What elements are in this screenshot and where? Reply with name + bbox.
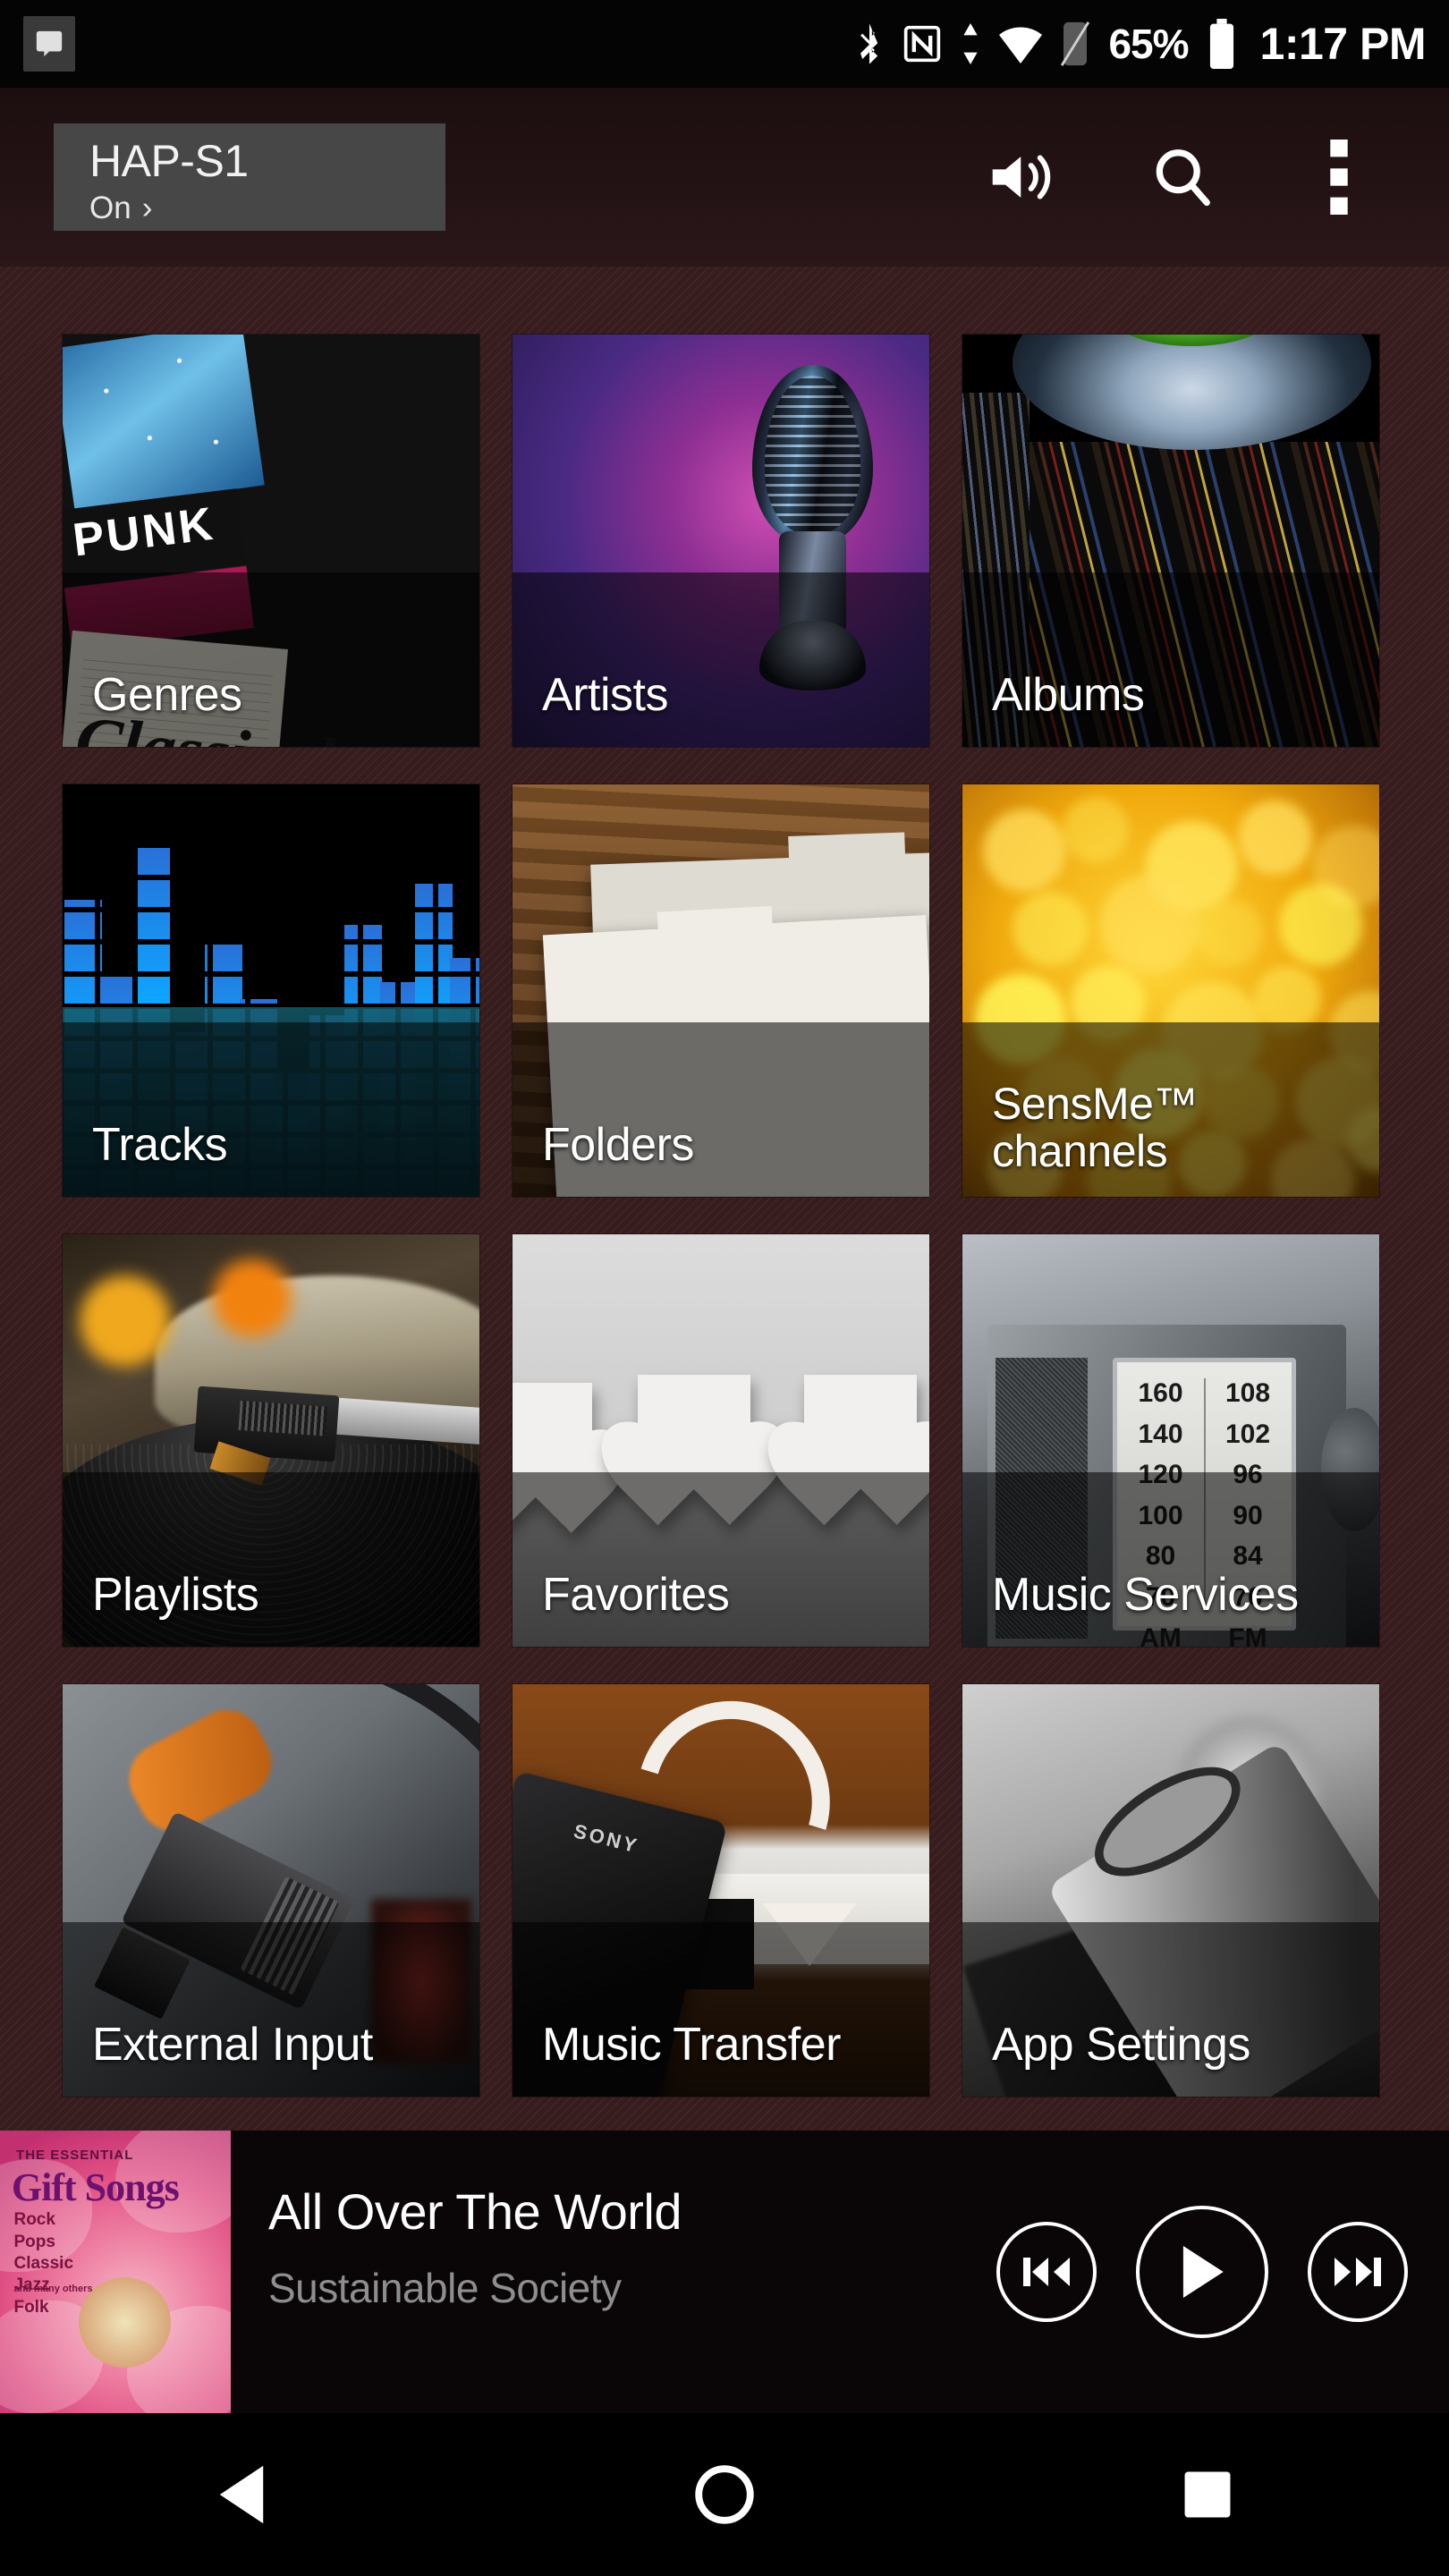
track-title: All Over The World [268, 2182, 769, 2241]
album-art[interactable]: THE ESSENTIAL Gift Songs Rock Pops Class… [0, 2131, 231, 2413]
now-playing-meta: All Over The World Sustainable Society [268, 2182, 769, 2312]
device-selector[interactable]: HAP-S1 On › [54, 123, 445, 231]
previous-track-button[interactable] [996, 2222, 1097, 2322]
tile-tracks[interactable]: Tracks [63, 784, 479, 1197]
silent-mode-icon [1060, 21, 1090, 67]
play-button[interactable] [1136, 2206, 1268, 2338]
battery-icon [1207, 19, 1237, 69]
tile-genres[interactable]: PUNK Classical JAZZ Easy NEW AGE ROCK Ge… [63, 335, 479, 747]
battery-percent: 65% [1108, 20, 1188, 68]
album-art-more: and many others [13, 2284, 92, 2294]
playback-controls [996, 2131, 1408, 2413]
phone-brand-label: SONY [572, 1819, 641, 1858]
app-bar-actions [947, 123, 1417, 231]
tile-label: App Settings [992, 2021, 1367, 2070]
tile-folders[interactable]: Folders [513, 784, 929, 1197]
nfc-icon [902, 24, 942, 64]
overflow-menu-icon[interactable] [1260, 123, 1417, 231]
device-state: On › [89, 191, 445, 226]
library-grid-scroll[interactable]: PUNK Classical JAZZ Easy NEW AGE ROCK Ge… [0, 267, 1449, 2136]
tile-label: Genres [92, 671, 467, 720]
tile-label: Artists [542, 671, 917, 720]
recents-button[interactable] [1127, 2413, 1288, 2576]
status-bar: 65% 1:17 PM [0, 0, 1449, 88]
tile-label: External Input [92, 2021, 467, 2070]
tile-label: Playlists [92, 1571, 467, 1620]
album-art-essential: THE ESSENTIAL [16, 2148, 133, 2163]
tile-artists[interactable]: Artists [513, 335, 929, 747]
tile-albums[interactable]: Albums [962, 335, 1379, 747]
app-screen: 65% 1:17 PM HAP-S1 On › PUNK Genres Arti… [0, 0, 1449, 2576]
next-track-button[interactable] [1308, 2222, 1408, 2322]
tile-label: Tracks [92, 1121, 467, 1170]
now-playing-bar[interactable]: THE ESSENTIAL Gift Songs Rock Pops Class… [0, 2131, 1449, 2413]
back-button[interactable] [161, 2413, 322, 2576]
genre-label-punk: PUNK [70, 497, 217, 568]
android-nav-bar [0, 2413, 1449, 2576]
library-grid: PUNK Classical JAZZ Easy NEW AGE ROCK Ge… [0, 335, 1449, 2136]
tile-music-services[interactable]: 160 140 120 100 80 70 AM 108 102 96 90 8… [962, 1234, 1379, 1647]
tile-music-transfer[interactable]: SONY Music Transfer [513, 1684, 929, 2097]
tile-playlists[interactable]: Playlists [63, 1234, 479, 1647]
tile-label-line2: channels [992, 1126, 1167, 1176]
clock: 1:17 PM [1260, 18, 1426, 70]
tile-app-settings[interactable]: App Settings [962, 1684, 1379, 2097]
status-icons: 65% 1:17 PM [854, 18, 1426, 70]
tile-label: Albums [992, 671, 1367, 720]
tile-label: Music Transfer [542, 2021, 917, 2070]
tile-favorites[interactable]: Favorites [513, 1234, 929, 1647]
data-transfer-icon [960, 23, 981, 64]
tile-label: Folders [542, 1121, 917, 1170]
device-state-label: On [89, 191, 131, 226]
album-art-genres: Rock Pops Classic Jazz Folk [13, 2209, 73, 2318]
bluetooth-icon [854, 21, 885, 67]
volume-icon[interactable] [947, 123, 1104, 231]
home-button[interactable] [644, 2413, 805, 2576]
app-bar: HAP-S1 On › [0, 88, 1449, 267]
message-icon [23, 16, 75, 72]
device-name: HAP-S1 [89, 138, 445, 185]
chevron-right-icon: › [142, 191, 153, 226]
album-art-title: Gift Songs [12, 2165, 179, 2210]
track-artist: Sustainable Society [268, 2264, 769, 2312]
tile-label: SensMe™ channels [992, 1080, 1367, 1175]
tile-external-input[interactable]: External Input [63, 1684, 479, 2097]
wifi-icon [999, 24, 1042, 64]
tile-label: Favorites [542, 1571, 917, 1620]
tile-label-line1: SensMe™ [992, 1079, 1198, 1129]
tile-label: Music Services [992, 1571, 1367, 1620]
tile-sensme-channels[interactable]: SensMe™ channels [962, 784, 1379, 1197]
search-icon[interactable] [1104, 123, 1260, 231]
